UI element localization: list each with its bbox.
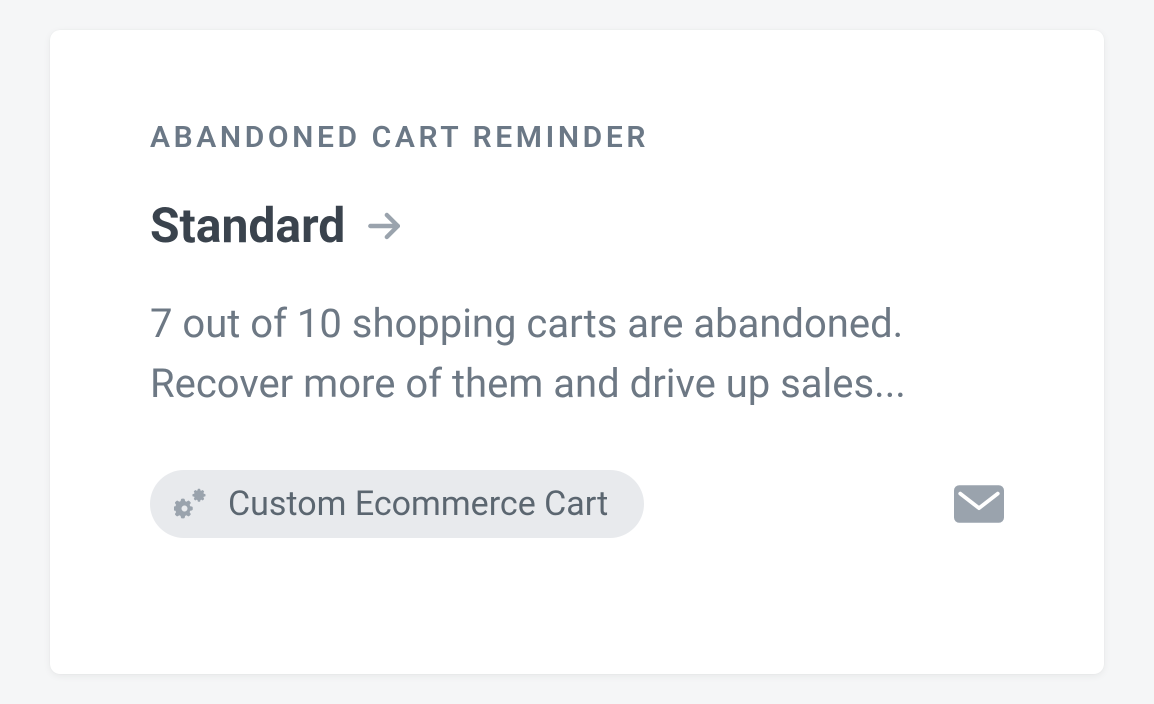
workflow-card: ABANDONED CART REMINDER Standard 7 out o… xyxy=(50,30,1104,674)
card-title-link[interactable]: Standard xyxy=(150,197,1004,254)
mail-icon[interactable] xyxy=(954,484,1004,524)
integration-tag-label: Custom Ecommerce Cart xyxy=(228,484,608,524)
card-title: Standard xyxy=(150,197,345,254)
card-footer: Custom Ecommerce Cart xyxy=(150,470,1004,538)
card-description: 7 out of 10 shopping carts are abandoned… xyxy=(150,294,1004,414)
card-eyebrow: ABANDONED CART REMINDER xyxy=(150,120,1004,155)
arrow-right-icon xyxy=(363,204,407,248)
integration-tag[interactable]: Custom Ecommerce Cart xyxy=(150,470,644,538)
gears-icon xyxy=(174,486,210,522)
